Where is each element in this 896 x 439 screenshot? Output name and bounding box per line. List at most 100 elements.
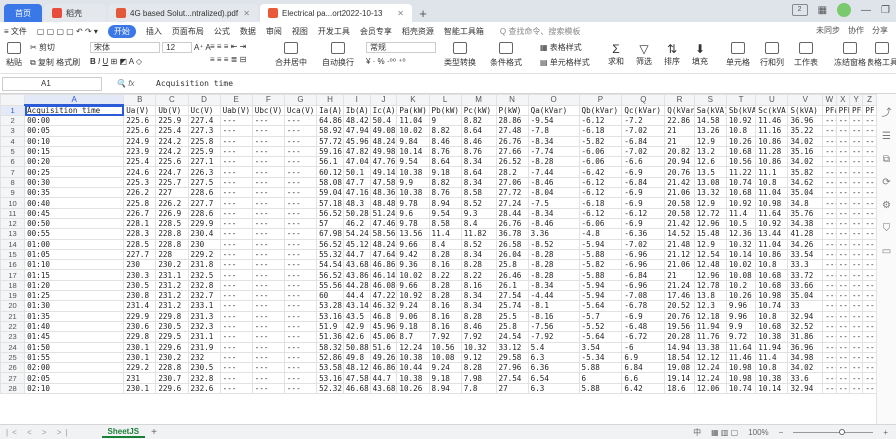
cell[interactable]: 10.8 <box>755 362 789 374</box>
cell[interactable]: 47.94 <box>342 125 371 137</box>
cell[interactable]: --- <box>849 269 864 281</box>
cell[interactable]: 53.28 <box>316 300 344 312</box>
fill-button[interactable]: ⬇ 填充 <box>692 42 708 67</box>
cell[interactable]: 34.02 <box>787 156 824 168</box>
cell[interactable]: -5.64 <box>578 331 623 343</box>
cell[interactable]: 43.14 <box>342 300 371 312</box>
cell[interactable]: 50.88 <box>342 341 371 353</box>
cell[interactable]: -6.9 <box>621 187 666 199</box>
cell[interactable]: 36.78 <box>495 228 529 240</box>
cell[interactable]: 00:05 <box>24 125 125 137</box>
cell[interactable]: --- <box>283 145 318 158</box>
cell[interactable]: --- <box>835 187 851 199</box>
cell[interactable]: --- <box>251 341 285 353</box>
cell[interactable]: 12.96 <box>693 217 727 230</box>
row-header[interactable]: 21 <box>0 310 26 322</box>
cell[interactable]: 230.6 <box>123 320 157 333</box>
column-header[interactable]: D <box>187 94 221 106</box>
table-style-button[interactable]: ▦ 表格样式 <box>540 42 590 53</box>
cell[interactable]: 10.26 <box>725 135 757 147</box>
grid-icon[interactable]: ▦ <box>818 5 827 16</box>
cell[interactable]: -4.8 <box>578 228 623 240</box>
cell[interactable]: --- <box>219 228 253 240</box>
cell[interactable]: --- <box>251 145 285 158</box>
cell[interactable]: -6 <box>621 341 666 353</box>
cell[interactable]: 8.7 <box>396 331 430 343</box>
cell[interactable]: --- <box>283 362 318 374</box>
cell[interactable]: 230.5 <box>155 320 189 333</box>
cell[interactable]: 230.2 <box>155 351 189 364</box>
cell[interactable]: 53.16 <box>316 310 344 322</box>
cell[interactable]: 11.64 <box>755 207 789 219</box>
cell[interactable]: 56.52 <box>316 269 344 281</box>
cell[interactable]: 20.28 <box>664 331 695 343</box>
cell[interactable]: 35.82 <box>787 166 824 178</box>
cell[interactable]: 00:15 <box>24 145 125 158</box>
cell[interactable]: 46.32 <box>369 300 398 312</box>
new-tab-button[interactable]: + <box>414 4 432 22</box>
cell[interactable]: --- <box>862 166 876 178</box>
sheet-grid[interactable]: A B C D E F G H I J K L M N O P Q R S T U V W X Y Z 1 Acquisition t… <box>0 94 876 424</box>
cell[interactable]: --- <box>862 187 876 199</box>
cell[interactable]: 13.56 <box>396 228 430 240</box>
cell[interactable]: 32.94 <box>787 310 824 322</box>
cell[interactable]: Pc(kW) <box>460 104 497 116</box>
cell[interactable]: PFa <box>822 104 837 116</box>
cell[interactable]: --- <box>862 176 876 189</box>
cell[interactable]: 226.2 <box>123 187 157 199</box>
cell[interactable]: --- <box>219 125 253 137</box>
cell[interactable]: 12.78 <box>693 279 727 292</box>
cell[interactable]: --- <box>283 166 318 178</box>
cell[interactable]: -7.44 <box>527 166 580 178</box>
cell[interactable]: 33.54 <box>787 248 824 261</box>
cell[interactable]: 47.82 <box>342 145 371 158</box>
cell[interactable]: --- <box>219 114 253 127</box>
cell[interactable]: 225.9 <box>187 145 221 158</box>
cell[interactable]: 44.4 <box>342 290 371 302</box>
cell[interactable]: --- <box>283 156 318 168</box>
cell[interactable]: 47.58 <box>342 372 371 384</box>
cell[interactable]: 229.6 <box>155 341 189 353</box>
worksheet-button[interactable]: 工作表 <box>794 42 818 68</box>
cell[interactable]: 10.68 <box>755 279 789 292</box>
cell[interactable]: 11.94 <box>693 320 727 333</box>
cell[interactable]: 54.24 <box>342 228 371 240</box>
column-header[interactable]: I <box>342 94 371 106</box>
cell[interactable]: Pb(kW) <box>428 104 462 116</box>
cell[interactable]: 9.18 <box>428 372 462 384</box>
cell[interactable]: 19.14 <box>664 372 695 384</box>
cell[interactable]: -5.94 <box>578 290 623 302</box>
cell[interactable]: --- <box>251 351 285 364</box>
cell[interactable]: --- <box>219 300 253 312</box>
zoom-out-icon[interactable]: − <box>779 428 784 437</box>
cell[interactable]: 9.3 <box>460 207 497 219</box>
cell[interactable]: 225.4 <box>123 156 157 168</box>
cell[interactable]: 232.6 <box>187 382 221 395</box>
cell[interactable]: --- <box>219 269 253 281</box>
cell[interactable]: 21.42 <box>664 176 695 189</box>
cell[interactable]: --- <box>862 125 876 137</box>
cell[interactable]: 10.98 <box>725 362 757 374</box>
cell[interactable]: --- <box>219 197 253 209</box>
cell[interactable]: 20.76 <box>664 310 695 322</box>
cell[interactable]: 19.56 <box>664 320 695 333</box>
cell-style-button[interactable]: ▤ 单元格样式 <box>540 57 590 68</box>
cell[interactable]: -8.46 <box>527 176 580 189</box>
cell[interactable]: 9.9 <box>396 176 430 189</box>
cell[interactable]: --- <box>835 125 851 137</box>
cell[interactable]: 232.8 <box>187 372 221 384</box>
cell[interactable]: --- <box>251 207 285 219</box>
cell[interactable]: -6.06 <box>578 217 623 230</box>
cell[interactable]: --- <box>849 310 864 322</box>
cell[interactable]: 12.6 <box>693 156 727 168</box>
cell[interactable]: --- <box>219 310 253 322</box>
cell[interactable]: --- <box>219 176 253 189</box>
cell[interactable]: 12.12 <box>693 351 727 364</box>
cell[interactable]: 60 <box>316 290 344 302</box>
cell[interactable]: -8.28 <box>527 269 580 281</box>
cell[interactable]: -6.36 <box>621 228 666 240</box>
cell[interactable]: 6.42 <box>621 382 666 395</box>
cell[interactable]: --- <box>219 320 253 333</box>
cell[interactable]: 33.12 <box>495 341 529 353</box>
row-header[interactable]: 1 <box>0 104 26 116</box>
